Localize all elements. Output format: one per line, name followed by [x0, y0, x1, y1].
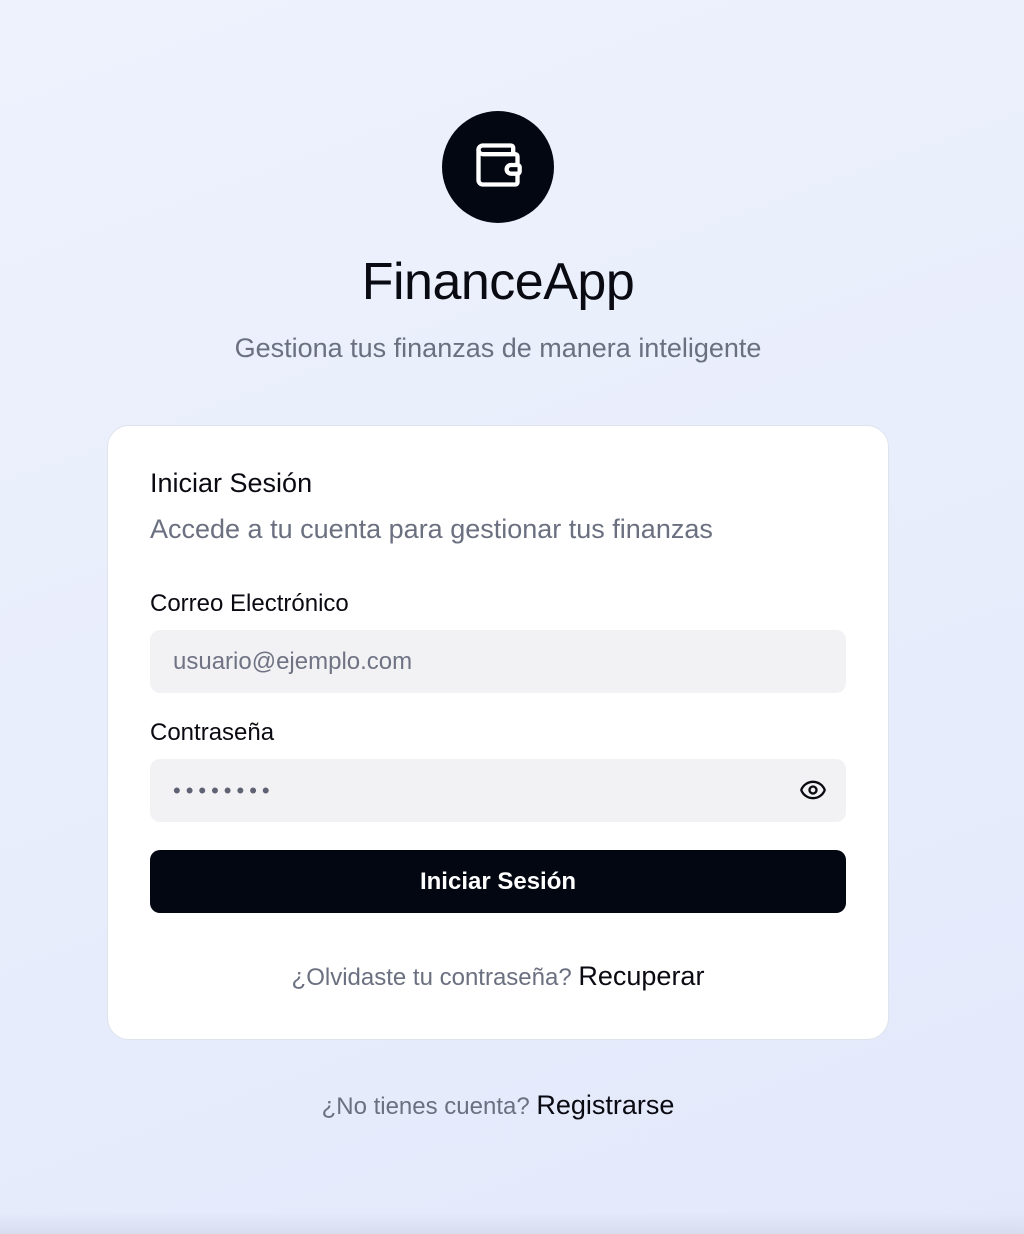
bottom-edge-shade [0, 1212, 1024, 1234]
password-masked-value: •••••••• [173, 777, 275, 803]
email-label: Correo Electrónico [150, 590, 349, 617]
register-prompt: ¿No tienes cuenta? [321, 1093, 530, 1120]
login-submit-button[interactable]: Iniciar Sesión [150, 850, 846, 913]
app-logo [442, 111, 554, 223]
forgot-password-prompt: ¿Olvidaste tu contraseña? [291, 964, 572, 991]
app-title: FinanceApp [361, 253, 635, 311]
card-description: Accede a tu cuenta para gestionar tus fi… [150, 514, 713, 544]
password-label: Contraseña [150, 719, 275, 746]
forgot-password-row: ¿Olvidaste tu contraseña? Recuperar [108, 961, 888, 992]
recover-password-link[interactable]: Recuperar [578, 961, 704, 991]
email-field[interactable]: usuario@ejemplo.com [150, 630, 846, 693]
email-placeholder: usuario@ejemplo.com [173, 647, 413, 675]
card-title: Iniciar Sesión [150, 468, 313, 498]
password-field[interactable]: •••••••• [150, 759, 846, 822]
register-row: ¿No tienes cuenta? Registrarse [0, 1090, 996, 1121]
app-tagline: Gestiona tus finanzas de manera intelige… [234, 333, 762, 363]
register-link[interactable]: Registrarse [536, 1090, 674, 1120]
eye-icon[interactable] [798, 775, 828, 805]
login-card: Iniciar Sesión Accede a tu cuenta para g… [107, 425, 889, 1040]
wallet-icon [472, 139, 524, 196]
